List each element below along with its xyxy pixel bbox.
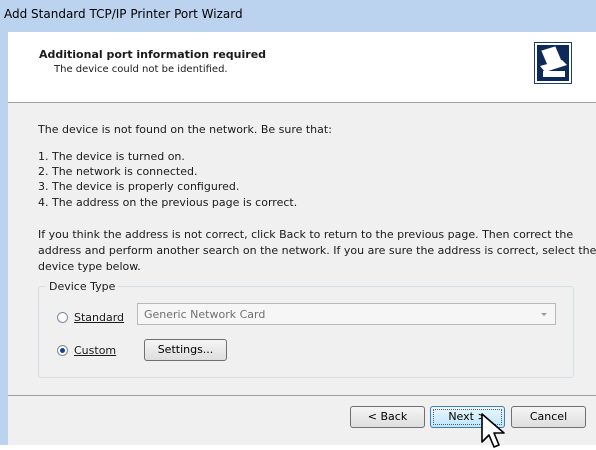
- footer-separator: [8, 395, 596, 396]
- checklist-item: 2. The network is connected.: [38, 165, 198, 178]
- header-title: Additional port information required: [39, 48, 267, 61]
- custom-radio[interactable]: Custom: [57, 344, 116, 357]
- checklist-item: 4. The address on the previous page is c…: [38, 196, 298, 209]
- title-bar[interactable]: Add Standard TCP/IP Printer Port Wizard: [0, 0, 596, 33]
- checklist-item: 1. The device is turned on.: [38, 150, 185, 163]
- mouse-pointer-icon: [481, 413, 505, 448]
- printer-icon: [534, 42, 572, 84]
- advice-text-line: If you think the address is not correct,…: [38, 228, 574, 241]
- back-button-label: < Back: [367, 410, 408, 423]
- standard-radio[interactable]: Standard: [57, 311, 124, 324]
- window-title: Add Standard TCP/IP Printer Port Wizard: [4, 7, 243, 21]
- settings-button-label: Settings...: [157, 343, 214, 356]
- standard-radio-label: Standard: [74, 311, 125, 324]
- checklist-item: 3. The device is properly configured.: [38, 180, 240, 193]
- back-button[interactable]: < Back: [350, 406, 425, 428]
- standard-device-value: Generic Network Card: [144, 308, 266, 321]
- custom-radio-label: Custom: [74, 344, 117, 357]
- advice-text-line: device type below.: [38, 260, 141, 273]
- window-frame: [0, 32, 8, 445]
- custom-radio-button[interactable]: [57, 345, 68, 356]
- standard-radio-button[interactable]: [57, 312, 68, 323]
- wizard-header: Additional port information required The…: [8, 32, 596, 103]
- device-type-group: [38, 286, 574, 378]
- advice-text-line: address and perform another search on th…: [38, 244, 596, 257]
- standard-device-select[interactable]: Generic Network Card: [137, 303, 556, 325]
- header-subtitle: The device could not be identified.: [54, 64, 228, 75]
- chevron-down-icon: [541, 313, 547, 316]
- intro-text: The device is not found on the network. …: [38, 123, 332, 136]
- device-type-group-label: Device Type: [46, 280, 119, 293]
- cancel-button-label: Cancel: [529, 410, 568, 423]
- settings-button[interactable]: Settings...: [144, 339, 227, 361]
- cancel-button[interactable]: Cancel: [511, 406, 586, 428]
